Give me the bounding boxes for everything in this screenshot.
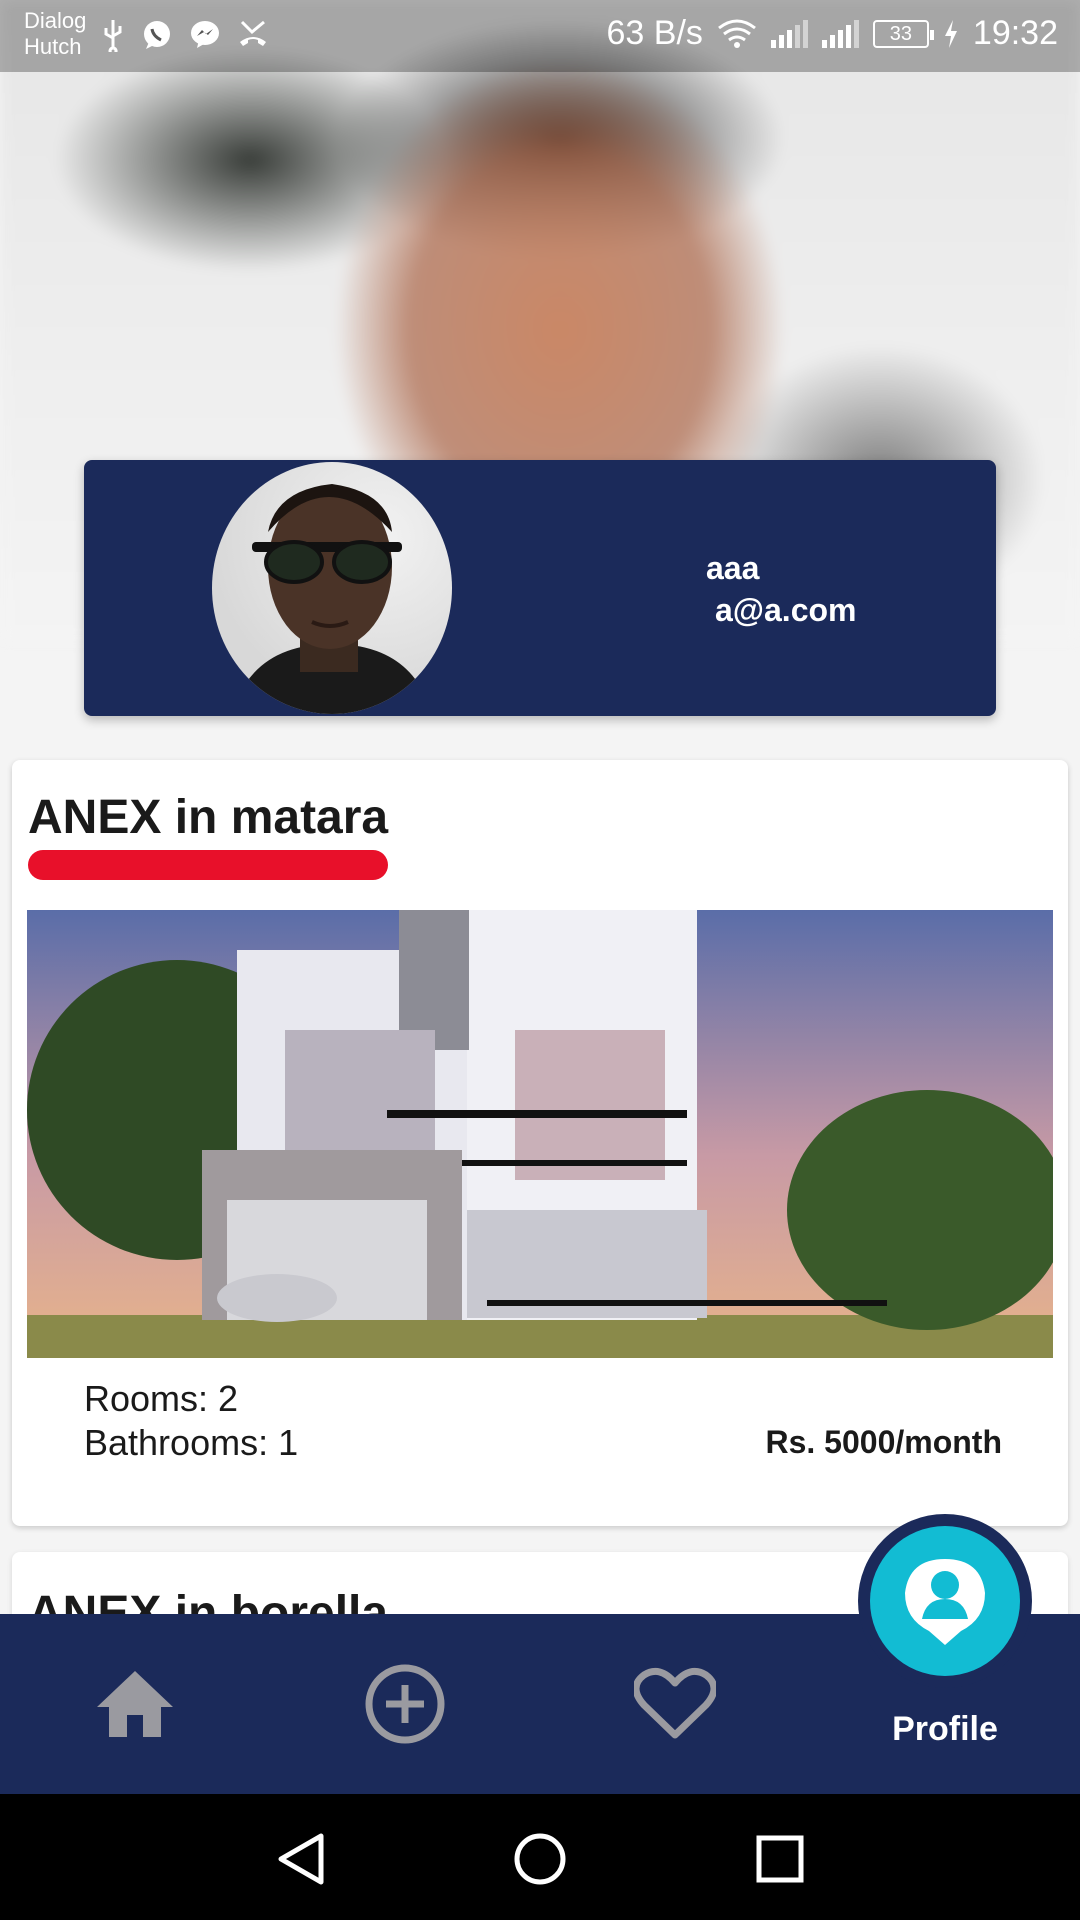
carrier-1: Dialog bbox=[24, 8, 87, 33]
listing-bathrooms: Bathrooms: 1 bbox=[84, 1422, 299, 1463]
listing-price: Rs. 5000/month bbox=[765, 1424, 1002, 1460]
listing-image[interactable] bbox=[27, 910, 1053, 1358]
listing-rooms: Rooms: 2 bbox=[84, 1378, 239, 1419]
status-bar: Dialog Hutch 63 B/s 33 19:32 bbox=[0, 0, 1080, 72]
nav-add[interactable] bbox=[270, 1614, 540, 1794]
profile-fab[interactable] bbox=[858, 1514, 1032, 1688]
status-right: 63 B/s 33 19:32 bbox=[607, 14, 1058, 53]
missed-call-icon bbox=[240, 20, 266, 46]
title-underline bbox=[28, 850, 388, 880]
avatar-photo bbox=[232, 484, 432, 714]
profile-icon bbox=[905, 1559, 985, 1645]
signal-icon bbox=[821, 19, 859, 48]
profile-card: aaa a@a.com bbox=[84, 460, 996, 716]
listing-card[interactable]: ANEX in matara Rooms: 2 Bathrooms: 1 Rs.… bbox=[12, 760, 1068, 1526]
usb-icon bbox=[104, 20, 122, 52]
nav-favorites[interactable] bbox=[540, 1614, 810, 1794]
clock: 19:32 bbox=[972, 14, 1058, 52]
house-photo bbox=[27, 910, 1053, 1358]
heart-icon bbox=[634, 1667, 716, 1739]
whatsapp-icon bbox=[144, 21, 170, 49]
profile-name: aaa bbox=[706, 550, 760, 586]
system-back-button[interactable] bbox=[265, 1824, 335, 1894]
carrier-2: Hutch bbox=[24, 34, 82, 59]
nav-home[interactable] bbox=[0, 1614, 270, 1794]
carrier-names: Dialog Hutch bbox=[24, 8, 86, 60]
system-home-button[interactable] bbox=[505, 1824, 575, 1894]
avatar[interactable] bbox=[212, 462, 452, 714]
messenger-icon bbox=[191, 21, 219, 48]
profile-fab-inner bbox=[870, 1526, 1020, 1676]
notification-icons bbox=[100, 18, 270, 52]
add-circle-icon bbox=[365, 1664, 445, 1744]
signal-icon bbox=[770, 19, 808, 48]
system-recents-button[interactable] bbox=[745, 1824, 815, 1894]
listing-title: ANEX in matara bbox=[28, 791, 389, 844]
home-icon bbox=[97, 1671, 173, 1737]
network-speed: 63 B/s bbox=[606, 14, 703, 52]
nav-profile-label: Profile bbox=[892, 1710, 998, 1748]
charging-icon bbox=[944, 19, 957, 48]
recents-square-icon bbox=[756, 1835, 804, 1883]
profile-email: a@a.com bbox=[715, 592, 857, 628]
wifi-icon bbox=[717, 19, 756, 48]
system-navigation-bar bbox=[0, 1794, 1080, 1920]
back-triangle-icon bbox=[278, 1833, 324, 1885]
battery-icon: 33 bbox=[872, 19, 934, 48]
home-circle-icon bbox=[514, 1833, 566, 1885]
